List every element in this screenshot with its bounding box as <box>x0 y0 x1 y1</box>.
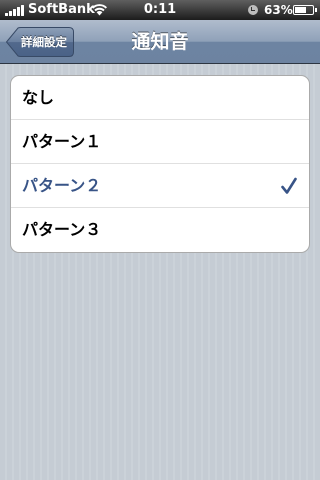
list-item[interactable]: パターン２ <box>11 164 309 208</box>
battery-level <box>295 7 306 13</box>
checkmark-icon <box>281 177 297 194</box>
sound-options-list: なしパターン１ パターン２ パターン３ <box>10 75 310 253</box>
list-item-label: パターン１ <box>22 132 102 151</box>
orientation-lock-icon <box>248 5 258 15</box>
back-button-label: 詳細設定 <box>21 35 67 49</box>
list-item[interactable]: なし <box>11 76 309 120</box>
back-button[interactable]: 詳細設定 <box>6 27 74 57</box>
battery-icon <box>293 5 317 15</box>
list-item-label: パターン３ <box>22 220 102 239</box>
battery-percent: 63% <box>264 3 293 17</box>
list-item-label: パターン２ <box>22 176 102 195</box>
status-bar: SoftBank 0:11 63% <box>0 0 320 20</box>
list-item[interactable]: パターン３ <box>11 208 309 252</box>
list-item[interactable]: パターン１ <box>11 120 309 164</box>
list-item-label: なし <box>22 88 55 107</box>
page-title: 通知音 <box>131 31 189 53</box>
navigation-bar: 詳細設定 通知音 <box>0 20 320 64</box>
